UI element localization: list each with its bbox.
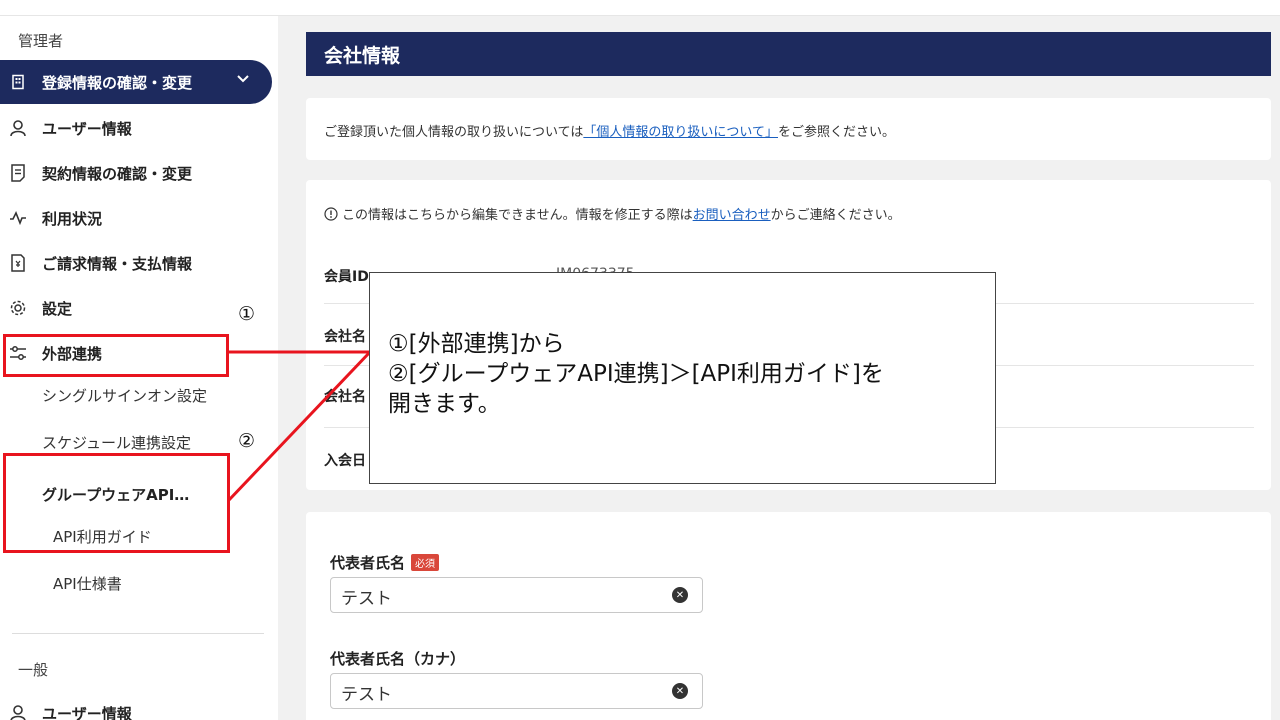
sidebar-item-label: ご請求情報・支払情報 (42, 254, 193, 273)
clear-icon[interactable]: ✕ (672, 587, 688, 603)
edit-notice-text-end: からご連絡ください。 (770, 208, 901, 223)
gear-icon (8, 298, 28, 318)
rep-name-input[interactable]: テスト ✕ (330, 577, 703, 613)
user-icon (8, 703, 28, 720)
top-bar (0, 0, 1280, 16)
edit-notice-text: この情報はこちらから編集できません。情報を修正する際は (342, 208, 693, 223)
rep-kana-label: 代表者氏名（カナ） (330, 650, 466, 668)
sidebar-subitem-sso[interactable]: シングルサインオン設定 (42, 385, 207, 406)
sidebar-item-label: 登録情報の確認・変更 (42, 73, 193, 92)
document-icon (8, 163, 28, 183)
sidebar-subitem-schedule[interactable]: スケジュール連携設定 (42, 432, 191, 453)
sidebar-item-registration[interactable]: 登録情報の確認・変更 (0, 60, 272, 104)
section-label-admin: 管理者 (18, 32, 64, 50)
marker-1: ① (238, 303, 256, 325)
marker-2: ② (238, 430, 256, 452)
info-row-label: 入会日 (324, 453, 366, 469)
privacy-notice-text-end: をご参照ください。 (777, 125, 895, 140)
clear-icon[interactable]: ✕ (672, 683, 688, 699)
info-row-label: 会社名 (324, 329, 366, 345)
sidebar-item-billing[interactable]: ご請求情報・支払情報 (0, 241, 272, 285)
sidebar-item-general-user-info[interactable]: ユーザー情報 (0, 691, 272, 720)
page-title: 会社情報 (306, 32, 1271, 76)
privacy-notice: ご登録頂いた個人情報の取り扱いについては「個人情報の取り扱いについて」をご参照く… (324, 121, 895, 140)
sidebar-item-settings[interactable]: 設定 (0, 286, 272, 330)
info-row-label: 会員ID (324, 269, 369, 285)
sidebar-item-label: 契約情報の確認・変更 (42, 164, 193, 183)
chevron-down-icon (236, 72, 250, 90)
representative-form-card: 代表者氏名 必須 テスト ✕ 代表者氏名（カナ） テスト ✕ (306, 512, 1271, 720)
privacy-notice-card: ご登録頂いた個人情報の取り扱いについては「個人情報の取り扱いについて」をご参照く… (306, 98, 1271, 160)
highlight-integration (3, 334, 229, 377)
sidebar-item-label: 利用状況 (42, 209, 103, 228)
invoice-icon (8, 253, 28, 273)
highlight-groupware-api (3, 453, 230, 553)
sidebar-item-label: ユーザー情報 (42, 119, 132, 138)
required-badge: 必須 (411, 554, 440, 571)
sidebar-item-label: ユーザー情報 (42, 704, 132, 720)
sidebar-subitem-api-spec[interactable]: API仕様書 (53, 573, 122, 594)
rep-name-value: テスト (341, 589, 392, 609)
user-icon (8, 118, 28, 138)
sidebar-divider (12, 633, 264, 634)
rep-kana-input[interactable]: テスト ✕ (330, 673, 703, 709)
privacy-policy-link[interactable]: 「個人情報の取り扱いについて」 (583, 125, 778, 140)
callout-line-1: ①[外部連携]から (388, 331, 565, 357)
rep-kana-value: テスト (341, 685, 392, 705)
section-label-general: 一般 (18, 661, 49, 679)
sidebar-item-contract[interactable]: 契約情報の確認・変更 (0, 151, 272, 195)
sidebar-item-usage[interactable]: 利用状況 (0, 196, 272, 240)
edit-notice: この情報はこちらから編集できません。情報を修正する際は お問い合わせ からご連絡くだ… (324, 204, 901, 223)
rep-name-label: 代表者氏名 必須 (330, 552, 440, 573)
sidebar-item-user-info[interactable]: ユーザー情報 (0, 106, 272, 150)
info-icon (324, 206, 338, 221)
building-icon (8, 72, 28, 92)
callout-line-2: ②[グループウェアAPI連携]＞[API利用ガイド]を (388, 361, 884, 387)
activity-icon (8, 208, 28, 228)
callout-line-3: 開きます。 (388, 391, 501, 417)
rep-name-label-text: 代表者氏名 (330, 554, 406, 572)
privacy-notice-text: ご登録頂いた個人情報の取り扱いについては (324, 125, 584, 140)
info-row-label: 会社名 (324, 389, 366, 405)
contact-link[interactable]: お問い合わせ (693, 204, 771, 223)
sidebar-item-label: 設定 (42, 299, 73, 318)
instruction-callout: ①[外部連携]から ②[グループウェアAPI連携]＞[API利用ガイド]を 開き… (369, 272, 996, 484)
